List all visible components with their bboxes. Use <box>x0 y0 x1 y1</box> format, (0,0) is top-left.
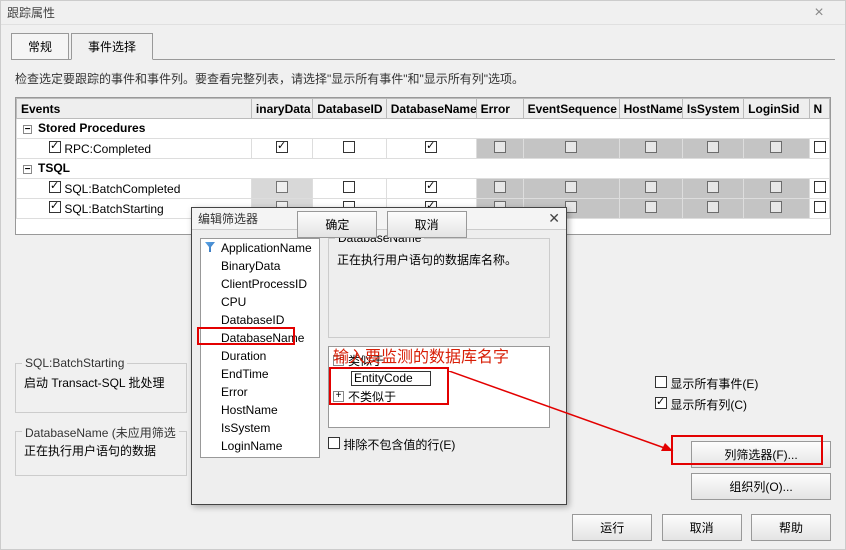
grid-cell[interactable] <box>251 139 312 159</box>
grid-cell[interactable] <box>809 199 829 219</box>
col-hostname[interactable]: HostName <box>619 99 682 119</box>
filter-item-cpu[interactable]: CPU <box>201 293 319 311</box>
event-desc-text: 启动 Transact-SQL 批处理 <box>24 376 164 390</box>
filter-value-input[interactable] <box>351 371 431 386</box>
filter-item-hostname[interactable]: HostName <box>201 401 319 419</box>
filter-item-duration[interactable]: Duration <box>201 347 319 365</box>
filter-item-loginname[interactable]: LoginName <box>201 437 319 455</box>
grid-cell[interactable] <box>313 139 387 159</box>
col-inarydata[interactable]: inaryData <box>251 99 312 119</box>
show-all-cols-checkbox[interactable]: 显示所有列(C) <box>655 396 825 413</box>
grid-cell[interactable] <box>476 179 523 199</box>
filter-desc-box: DatabaseName 正在执行用户语句的数据库名称。 <box>328 238 550 338</box>
cancel-button[interactable]: 取消 <box>662 514 742 541</box>
col-eventsequence[interactable]: EventSequence <box>523 99 619 119</box>
grid-cell[interactable] <box>476 139 523 159</box>
dialog-ok-button[interactable]: 确定 <box>297 211 377 238</box>
col-databasename[interactable]: DatabaseName <box>386 99 476 119</box>
filter-item-issystem[interactable]: IsSystem <box>201 419 319 437</box>
event-desc-box: SQL:BatchStarting 启动 Transact-SQL 批处理 <box>15 363 187 413</box>
organize-columns-button[interactable]: 组织列(O)... <box>691 473 831 500</box>
tab-general[interactable]: 常规 <box>11 33 69 60</box>
grid-cell[interactable] <box>744 199 809 219</box>
window-title: 跟踪属性 <box>7 4 799 21</box>
grid-cell[interactable] <box>386 139 476 159</box>
category-row[interactable]: −Stored Procedures <box>17 119 830 139</box>
run-button[interactable]: 运行 <box>572 514 652 541</box>
col-events[interactable]: Events <box>17 99 252 119</box>
grid-cell[interactable] <box>809 179 829 199</box>
column-desc-legend: DatabaseName (未应用筛选 <box>22 424 179 441</box>
filter-item-applicationname[interactable]: ApplicationName <box>201 239 319 257</box>
show-all-events-checkbox[interactable]: 显示所有事件(E) <box>655 375 825 392</box>
grid-cell[interactable] <box>744 139 809 159</box>
grid-cell[interactable] <box>619 199 682 219</box>
help-button[interactable]: 帮助 <box>751 514 831 541</box>
filter-item-clientprocessid[interactable]: ClientProcessID <box>201 275 319 293</box>
column-filter-button[interactable]: 列筛选器(F)... <box>691 441 831 468</box>
exclude-row[interactable]: 排除不包含值的行(E) <box>328 436 455 453</box>
grid-cell[interactable] <box>809 139 829 159</box>
dialog-cancel-button[interactable]: 取消 <box>387 211 467 238</box>
filter-desc-text: 正在执行用户语句的数据库名称。 <box>337 253 517 267</box>
close-icon[interactable]: × <box>799 4 839 22</box>
filter-item-loginsid[interactable]: LoginSid <box>201 455 319 458</box>
column-desc-text: 正在执行用户语句的数据 <box>24 444 156 458</box>
filter-item-databasename[interactable]: DatabaseName <box>201 329 319 347</box>
filter-column-list[interactable]: ApplicationNameBinaryDataClientProcessID… <box>200 238 320 458</box>
grid-cell[interactable] <box>523 179 619 199</box>
tab-strip: 常规 事件选择 <box>1 25 845 60</box>
expand-icon[interactable]: + <box>333 391 344 402</box>
grid-cell[interactable] <box>744 179 809 199</box>
col-issystem[interactable]: IsSystem <box>682 99 743 119</box>
grid-cell[interactable] <box>313 179 387 199</box>
filter-item-binarydata[interactable]: BinaryData <box>201 257 319 275</box>
exclude-label: 排除不包含值的行(E) <box>343 438 455 452</box>
event-row[interactable]: RPC:Completed <box>17 139 252 159</box>
column-desc-box: DatabaseName (未应用筛选 正在执行用户语句的数据 <box>15 431 187 476</box>
col-n[interactable]: N <box>809 99 829 119</box>
col-loginsid[interactable]: LoginSid <box>744 99 809 119</box>
annotation-text: 输入要监测的数据库名字 <box>333 343 509 367</box>
event-desc-legend: SQL:BatchStarting <box>22 356 127 370</box>
category-row[interactable]: −TSQL <box>17 159 830 179</box>
instruction-text: 检查选定要跟踪的事件和事件列。要查看完整列表，请选择"显示所有事件"和"显示所有… <box>1 60 845 97</box>
notlike-node[interactable]: 不类似于 <box>348 388 396 405</box>
filter-item-databaseid[interactable]: DatabaseID <box>201 311 319 329</box>
dialog-buttons: 运行 取消 帮助 <box>566 514 831 541</box>
col-error[interactable]: Error <box>476 99 523 119</box>
trace-properties-window: 跟踪属性 × 常规 事件选择 检查选定要跟踪的事件和事件列。要查看完整列表，请选… <box>0 0 846 550</box>
event-row[interactable]: SQL:BatchCompleted <box>17 179 252 199</box>
grid-cell[interactable] <box>619 139 682 159</box>
filter-item-endtime[interactable]: EndTime <box>201 365 319 383</box>
titlebar: 跟踪属性 × <box>1 1 845 25</box>
grid-cell[interactable] <box>682 179 743 199</box>
col-databaseid[interactable]: DatabaseID <box>313 99 387 119</box>
grid-cell[interactable] <box>619 179 682 199</box>
show-options: 显示所有事件(E) 显示所有列(C) <box>655 371 825 417</box>
exclude-checkbox[interactable] <box>328 437 340 449</box>
grid-cell[interactable] <box>251 179 312 199</box>
filter-item-error[interactable]: Error <box>201 383 319 401</box>
tab-events[interactable]: 事件选择 <box>71 33 153 60</box>
grid-cell[interactable] <box>682 139 743 159</box>
grid-cell[interactable] <box>682 199 743 219</box>
grid-cell[interactable] <box>386 179 476 199</box>
grid-cell[interactable] <box>523 139 619 159</box>
